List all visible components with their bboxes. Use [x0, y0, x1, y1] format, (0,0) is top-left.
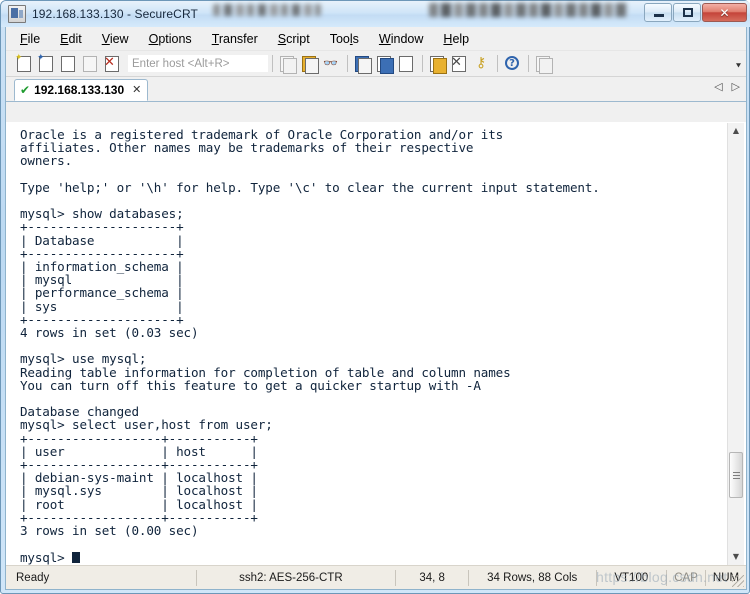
- scrollbar-grip-icon: [733, 472, 740, 480]
- status-state: Ready: [16, 571, 50, 584]
- securecrt-window: 192.168.133.130 - SecureCRT ✕ File Edit …: [0, 0, 750, 594]
- disconnect-icon[interactable]: ✕: [102, 54, 122, 73]
- tab-close-icon[interactable]: ✕: [132, 84, 141, 96]
- close-button[interactable]: ✕: [702, 3, 747, 22]
- minimize-button[interactable]: [644, 3, 672, 22]
- host-input[interactable]: Enter host <Alt+R>: [128, 55, 268, 72]
- status-cursor-position: 34, 8: [419, 571, 445, 584]
- menu-item-edit[interactable]: Edit: [60, 32, 82, 46]
- menu-item-options[interactable]: Options: [149, 32, 192, 46]
- help-icon[interactable]: ?: [502, 54, 522, 73]
- redacted-title-text-2: [429, 3, 629, 17]
- scroll-down-icon[interactable]: ▼: [728, 549, 744, 565]
- disconnect-all-icon[interactable]: ✕: [449, 54, 469, 73]
- menu-item-transfer[interactable]: Transfer: [212, 32, 258, 46]
- key-icon[interactable]: ⚷: [471, 54, 491, 73]
- terminal-screen[interactable]: Oracle is a registered trademark of Orac…: [6, 123, 728, 565]
- status-caps-lock: CAP: [674, 571, 698, 584]
- paste-icon[interactable]: [299, 54, 319, 74]
- log-session-icon[interactable]: [374, 54, 394, 74]
- find-icon[interactable]: 👓: [321, 54, 341, 73]
- maximize-icon: [683, 8, 693, 17]
- menu-item-script[interactable]: Script: [278, 32, 310, 46]
- menu-item-tools[interactable]: Tools: [330, 32, 359, 46]
- status-emulation: VT100: [614, 571, 649, 584]
- tab-strip: ✔ 192.168.133.130 ✕ ◁ ▷: [6, 77, 746, 102]
- toolbar-separator-1: [272, 55, 273, 72]
- tab-prev-icon[interactable]: ◁: [714, 81, 722, 92]
- minimize-icon: [654, 14, 664, 17]
- window-title: 192.168.133.130 - SecureCRT: [32, 7, 198, 21]
- resize-grip-icon[interactable]: [732, 575, 744, 587]
- menu-bar: File Edit View Options Transfer Script T…: [6, 27, 746, 51]
- new-session-icon[interactable]: ✦: [14, 54, 34, 73]
- toolbar-overflow-icon[interactable]: ⯆: [734, 53, 743, 73]
- status-cipher: ssh2: AES-256-CTR: [239, 571, 343, 584]
- terminal-scrollbar[interactable]: ▲ ▼: [727, 123, 744, 565]
- toolbar-separator-5: [528, 55, 529, 72]
- close-icon: ✕: [719, 5, 730, 20]
- toolbar-separator-4: [497, 55, 498, 72]
- maximize-button[interactable]: [673, 3, 701, 22]
- arrange-icon: [533, 54, 553, 74]
- tab-next-icon[interactable]: ▷: [732, 81, 740, 92]
- menu-item-view[interactable]: View: [102, 32, 129, 46]
- tab-navigation: ◁ ▷: [714, 81, 740, 92]
- status-bar: Ready ssh2: AES-256-CTR 34, 8 34 Rows, 8…: [6, 565, 746, 589]
- reconnect-icon: [80, 54, 100, 73]
- tool-bar: ✦ ✦ ✕ Enter host <Alt+R> 👓 ✕ ⚷ ? ⯆: [6, 51, 746, 77]
- connected-check-icon: ✔: [20, 83, 31, 97]
- securecrt-icon: [8, 5, 26, 23]
- scroll-up-icon[interactable]: ▲: [728, 123, 744, 139]
- connect-icon[interactable]: ✦: [36, 54, 56, 73]
- connect-local-shell-icon[interactable]: [58, 54, 78, 73]
- menu-item-window[interactable]: Window: [379, 32, 423, 46]
- client-area: File Edit View Options Transfer Script T…: [5, 27, 747, 590]
- print-screen-icon[interactable]: [352, 54, 372, 74]
- redacted-title-text-1: [213, 4, 321, 16]
- toolbar-separator-3: [422, 55, 423, 72]
- terminal-output: Oracle is a registered trademark of Orac…: [20, 127, 600, 565]
- status-dimensions: 34 Rows, 88 Cols: [487, 571, 578, 584]
- session-options-icon[interactable]: [427, 54, 447, 74]
- copy-icon: [277, 54, 297, 74]
- tab-session-192-168-133-130[interactable]: ✔ 192.168.133.130 ✕: [14, 79, 149, 101]
- title-bar: 192.168.133.130 - SecureCRT ✕: [1, 1, 750, 27]
- terminal-area: Oracle is a registered trademark of Orac…: [6, 122, 746, 565]
- window-controls: ✕: [643, 3, 747, 22]
- host-placeholder: Enter host <Alt+R>: [132, 57, 230, 70]
- terminal-cursor: [72, 551, 81, 563]
- menu-item-help[interactable]: Help: [443, 32, 469, 46]
- print-icon[interactable]: [396, 54, 416, 73]
- menu-item-file[interactable]: File: [20, 32, 40, 46]
- tab-label: 192.168.133.130: [34, 83, 125, 97]
- toolbar-separator-2: [347, 55, 348, 72]
- scrollbar-thumb[interactable]: [729, 452, 743, 499]
